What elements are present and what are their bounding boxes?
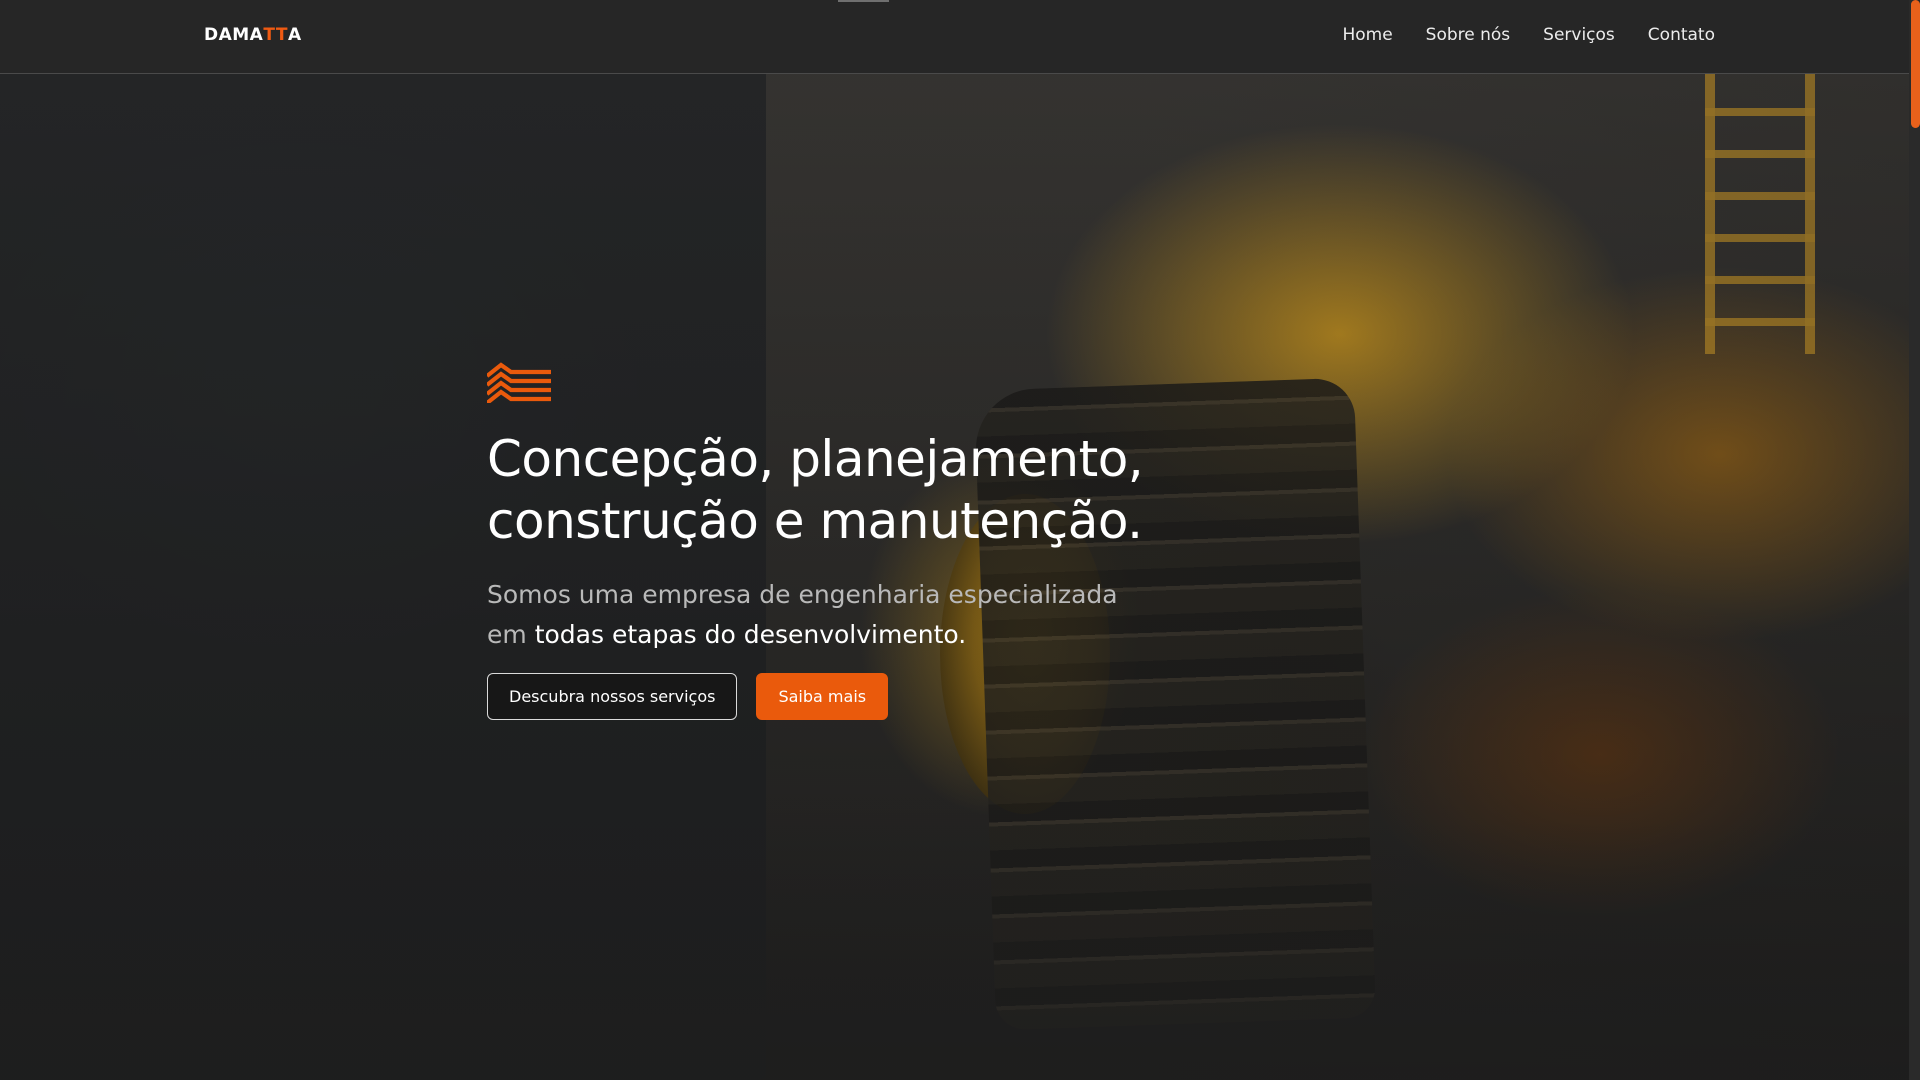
top-indicator-line	[838, 0, 889, 2]
hero-buttons: Descubra nossos serviços Saiba mais	[487, 673, 889, 720]
nav-link-sobre-nos[interactable]: Sobre nós	[1426, 25, 1511, 45]
hero-title-line2: construção e manutenção.	[487, 492, 1143, 550]
brand-logo[interactable]: DAMA TT A	[204, 25, 302, 45]
layers-waves-icon	[487, 362, 551, 403]
nav-link-servicos[interactable]: Serviços	[1543, 25, 1615, 45]
hero-title-line1: Concepção, planejamento,	[487, 430, 1144, 488]
logo-text-part1: DAMA	[204, 25, 264, 45]
learn-more-button[interactable]: Saiba mais	[756, 673, 889, 720]
discover-services-button[interactable]: Descubra nossos serviços	[487, 673, 738, 720]
main-nav: Home Sobre nós Serviços Contato	[1342, 0, 1715, 70]
top-navigation-bar: DAMA TT A Home Sobre nós Serviços Contato	[0, 0, 1920, 74]
nav-link-home[interactable]: Home	[1342, 25, 1392, 45]
logo-text-part3: A	[287, 25, 302, 45]
logo-text-accent: TT	[263, 25, 288, 45]
nav-link-contato[interactable]: Contato	[1648, 25, 1715, 45]
hero-subtitle-highlight: todas etapas do desenvolvimento.	[534, 620, 967, 649]
hero-subtitle-part1: Somos uma empresa de engenharia especial…	[487, 580, 1118, 609]
scrollbar-thumb[interactable]	[1911, 0, 1920, 128]
hero-subtitle-part2: em	[487, 620, 527, 649]
page-scrollbar[interactable]	[1909, 0, 1920, 1080]
hero-bottom-fade	[0, 820, 1909, 1080]
hero-subtitle: Somos uma empresa de engenharia especial…	[487, 575, 1247, 655]
hero-title: Concepção, planejamento, construção e ma…	[487, 428, 1387, 552]
